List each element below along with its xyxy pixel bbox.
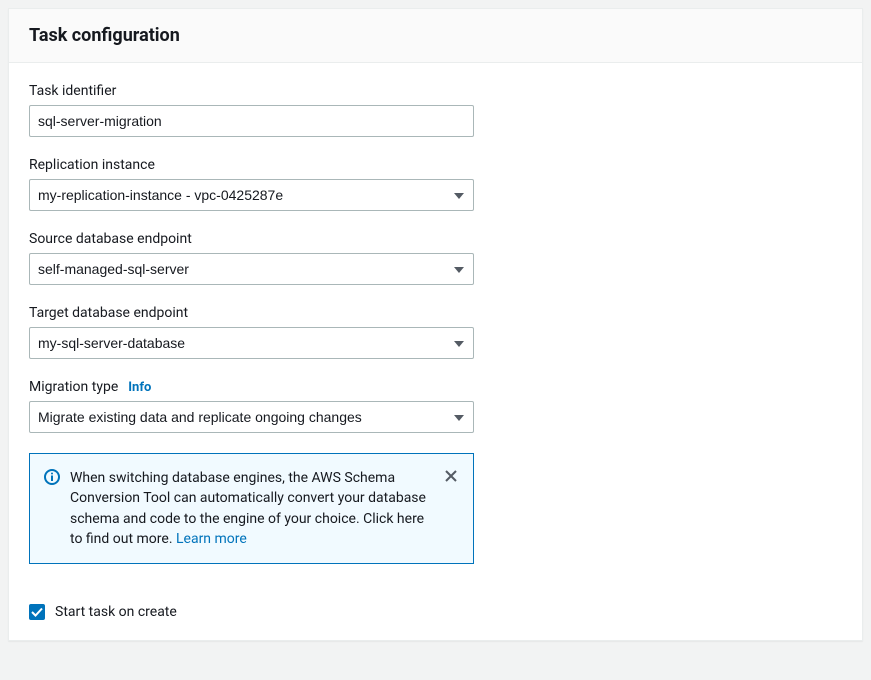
panel-title: Task configuration [29, 25, 842, 46]
alert-message: When switching database engines, the AWS… [70, 470, 426, 547]
close-alert-button[interactable] [443, 468, 459, 487]
migration-type-group: Migration type Info Migrate existing dat… [29, 379, 474, 433]
target-endpoint-select[interactable]: my-sql-server-database [29, 327, 474, 359]
target-endpoint-label: Target database endpoint [29, 305, 474, 321]
target-endpoint-select-wrapper: my-sql-server-database [29, 327, 474, 359]
migration-type-label-row: Migration type Info [29, 379, 474, 395]
replication-instance-label: Replication instance [29, 157, 474, 173]
task-configuration-panel: Task configuration Task identifier Repli… [8, 8, 863, 641]
source-endpoint-select-wrapper: self-managed-sql-server [29, 253, 474, 285]
info-link[interactable]: Info [128, 380, 151, 395]
replication-instance-select[interactable]: my-replication-instance - vpc-0425287e [29, 179, 474, 211]
info-alert: When switching database engines, the AWS… [29, 453, 474, 564]
start-on-create-row: Start task on create [29, 604, 842, 620]
source-endpoint-select[interactable]: self-managed-sql-server [29, 253, 474, 285]
start-on-create-label[interactable]: Start task on create [55, 604, 177, 620]
panel-body: Task identifier Replication instance my-… [9, 63, 862, 640]
task-identifier-input[interactable] [29, 105, 474, 137]
source-endpoint-group: Source database endpoint self-managed-sq… [29, 231, 474, 285]
task-identifier-label: Task identifier [29, 83, 474, 99]
info-icon [44, 469, 60, 489]
migration-type-select-wrapper: Migrate existing data and replicate ongo… [29, 401, 474, 433]
learn-more-link[interactable]: Learn more [176, 531, 247, 547]
close-icon [445, 470, 457, 485]
check-icon [31, 607, 43, 617]
alert-text: When switching database engines, the AWS… [70, 468, 433, 549]
target-endpoint-group: Target database endpoint my-sql-server-d… [29, 305, 474, 359]
panel-header: Task configuration [9, 9, 862, 63]
migration-type-label: Migration type [29, 379, 118, 395]
task-identifier-group: Task identifier [29, 83, 474, 137]
source-endpoint-label: Source database endpoint [29, 231, 474, 247]
replication-instance-select-wrapper: my-replication-instance - vpc-0425287e [29, 179, 474, 211]
migration-type-select[interactable]: Migrate existing data and replicate ongo… [29, 401, 474, 433]
start-on-create-checkbox[interactable] [29, 604, 45, 620]
replication-instance-group: Replication instance my-replication-inst… [29, 157, 474, 211]
